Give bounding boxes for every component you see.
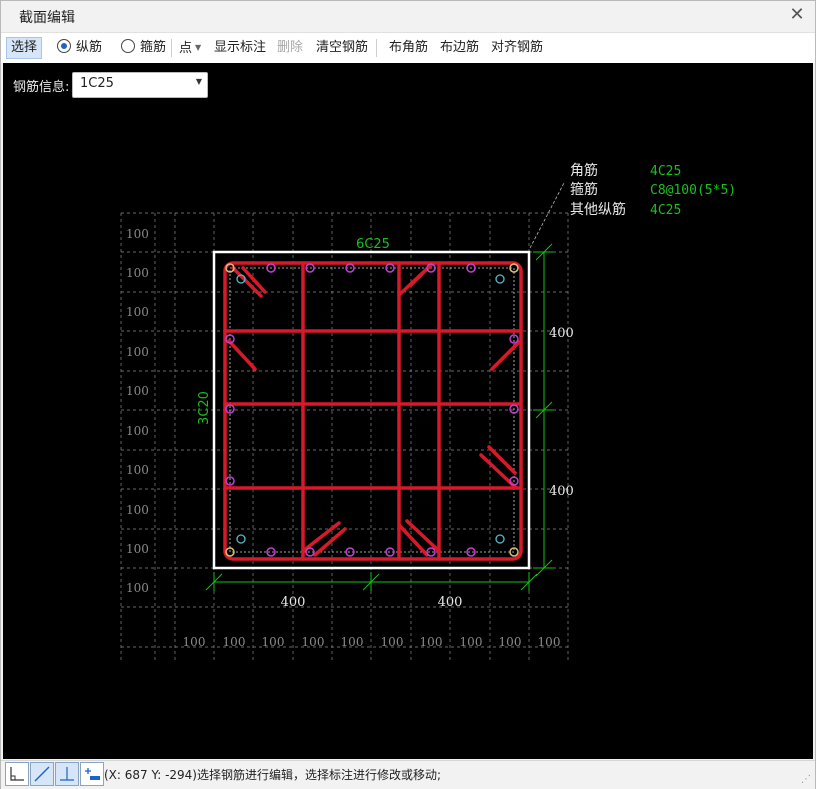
- delete-button[interactable]: 删除: [273, 37, 307, 59]
- point-dropdown[interactable]: 点 ▼: [175, 37, 205, 59]
- grid-label: 100: [302, 635, 325, 649]
- toolbar-divider: [376, 39, 377, 57]
- resize-grip-icon[interactable]: ⋰: [801, 774, 811, 785]
- legend-other-value: 4C25: [650, 203, 681, 218]
- align-rebar-button[interactable]: 对齐钢筋: [487, 37, 547, 59]
- clear-rebar-button[interactable]: 清空钢筋: [312, 37, 372, 59]
- toolbar: 选择 纵筋 箍筋 点 ▼ 显示标注 删除 清空钢筋 布角筋 布边筋 对齐钢筋: [1, 32, 815, 63]
- grid-layer: 100 100 100 100 100 100 100 100 100 100 100 100 100 1…: [120, 212, 569, 663]
- orthogonal-mode-icon[interactable]: [5, 762, 29, 786]
- radio-unchecked-icon: [121, 39, 135, 53]
- grid-label: 100: [126, 345, 149, 359]
- grid-label: 100: [223, 635, 246, 649]
- legend-other-label: 其他纵筋: [570, 201, 626, 218]
- outer-stirrup: [223, 261, 523, 561]
- hook: [487, 445, 517, 475]
- place-corner-button[interactable]: 布角筋: [385, 37, 432, 59]
- grid-label: 100: [262, 635, 285, 649]
- hook: [313, 527, 347, 557]
- corner-marker: [495, 534, 505, 544]
- select-button[interactable]: 选择: [6, 37, 43, 59]
- grid-label: 100: [126, 384, 149, 398]
- status-bar: (X: 687 Y: -294)选择钢筋进行编辑，选择标注进行修改或移动; ⋰: [1, 760, 815, 789]
- radio-checked-icon: [57, 39, 71, 53]
- section-edit-window: 截面编辑 ✕ 选择 纵筋 箍筋 点 ▼ 显示标注 删除 清空钢筋 布角筋 布边筋 …: [0, 0, 816, 789]
- hook: [227, 339, 257, 371]
- legend-corner-label: 角筋: [570, 162, 598, 179]
- grid-label: 100: [126, 266, 149, 280]
- top-rebar-annotation[interactable]: 6C25: [356, 237, 390, 252]
- longitudinal-label: 纵筋: [76, 40, 103, 55]
- toolbar-divider: [171, 39, 172, 57]
- side-rebar-annotation[interactable]: 3C20: [197, 391, 212, 425]
- point-label: 点: [179, 41, 193, 56]
- grid-label: 100: [420, 635, 443, 649]
- grid-label: 100: [183, 635, 206, 649]
- hook: [490, 340, 521, 371]
- grid-label: 100: [381, 635, 404, 649]
- title-bar: 截面编辑 ✕: [1, 1, 815, 31]
- dim-right-2[interactable]: 400: [549, 484, 574, 499]
- grid-label: 100: [460, 635, 483, 649]
- place-edge-button[interactable]: 布边筋: [436, 37, 483, 59]
- grid-label: 100: [126, 581, 149, 595]
- polar-mode-icon[interactable]: [30, 762, 54, 786]
- hook: [397, 523, 429, 557]
- grid-label: 100: [126, 424, 149, 438]
- drawing-canvas[interactable]: 钢筋信息: 1C25 ▼ 100 100 100 100 100 100 100 100 100…: [3, 63, 813, 759]
- window-title: 截面编辑: [19, 10, 75, 26]
- stirrup-label: 箍筋: [140, 40, 167, 55]
- annotation-layer: 6C25 3C20 400 400 400 400 角筋 4C25 箍筋 C8@…: [197, 162, 736, 610]
- legend-stirrup-value: C8@100(5*5): [650, 183, 736, 198]
- section-drawing[interactable]: 100 100 100 100 100 100 100 100 100 100 100 100 100 1…: [3, 63, 813, 759]
- dim-bottom-1[interactable]: 400: [281, 595, 306, 610]
- close-icon[interactable]: ✕: [787, 5, 807, 25]
- dim-bottom-2[interactable]: 400: [438, 595, 463, 610]
- snap-mode-icon[interactable]: [80, 762, 104, 786]
- show-annotation-button[interactable]: 显示标注: [210, 37, 270, 59]
- perpendicular-mode-icon[interactable]: [55, 762, 79, 786]
- corner-marker: [495, 274, 505, 284]
- grid-label: 100: [126, 503, 149, 517]
- grid-label: 100: [341, 635, 364, 649]
- grid-label: 100: [538, 635, 561, 649]
- stirrup-radio[interactable]: 箍筋: [117, 37, 170, 59]
- leader-line: [529, 182, 565, 249]
- hook: [405, 519, 441, 553]
- grid-label: 100: [126, 542, 149, 556]
- grid-label: 100: [126, 227, 149, 241]
- grid-label: 100: [126, 305, 149, 319]
- grid-label: 100: [499, 635, 522, 649]
- legend-stirrup-label: 箍筋: [570, 181, 598, 198]
- corner-marker: [236, 534, 246, 544]
- longitudinal-radio[interactable]: 纵筋: [53, 37, 106, 59]
- status-text: (X: 687 Y: -294)选择钢筋进行编辑，选择标注进行修改或移动;: [104, 768, 442, 782]
- legend-corner-value: 4C25: [650, 164, 681, 179]
- grid-label: 100: [126, 463, 149, 477]
- chevron-down-icon: ▼: [195, 43, 202, 52]
- dim-right-1[interactable]: 400: [549, 326, 574, 341]
